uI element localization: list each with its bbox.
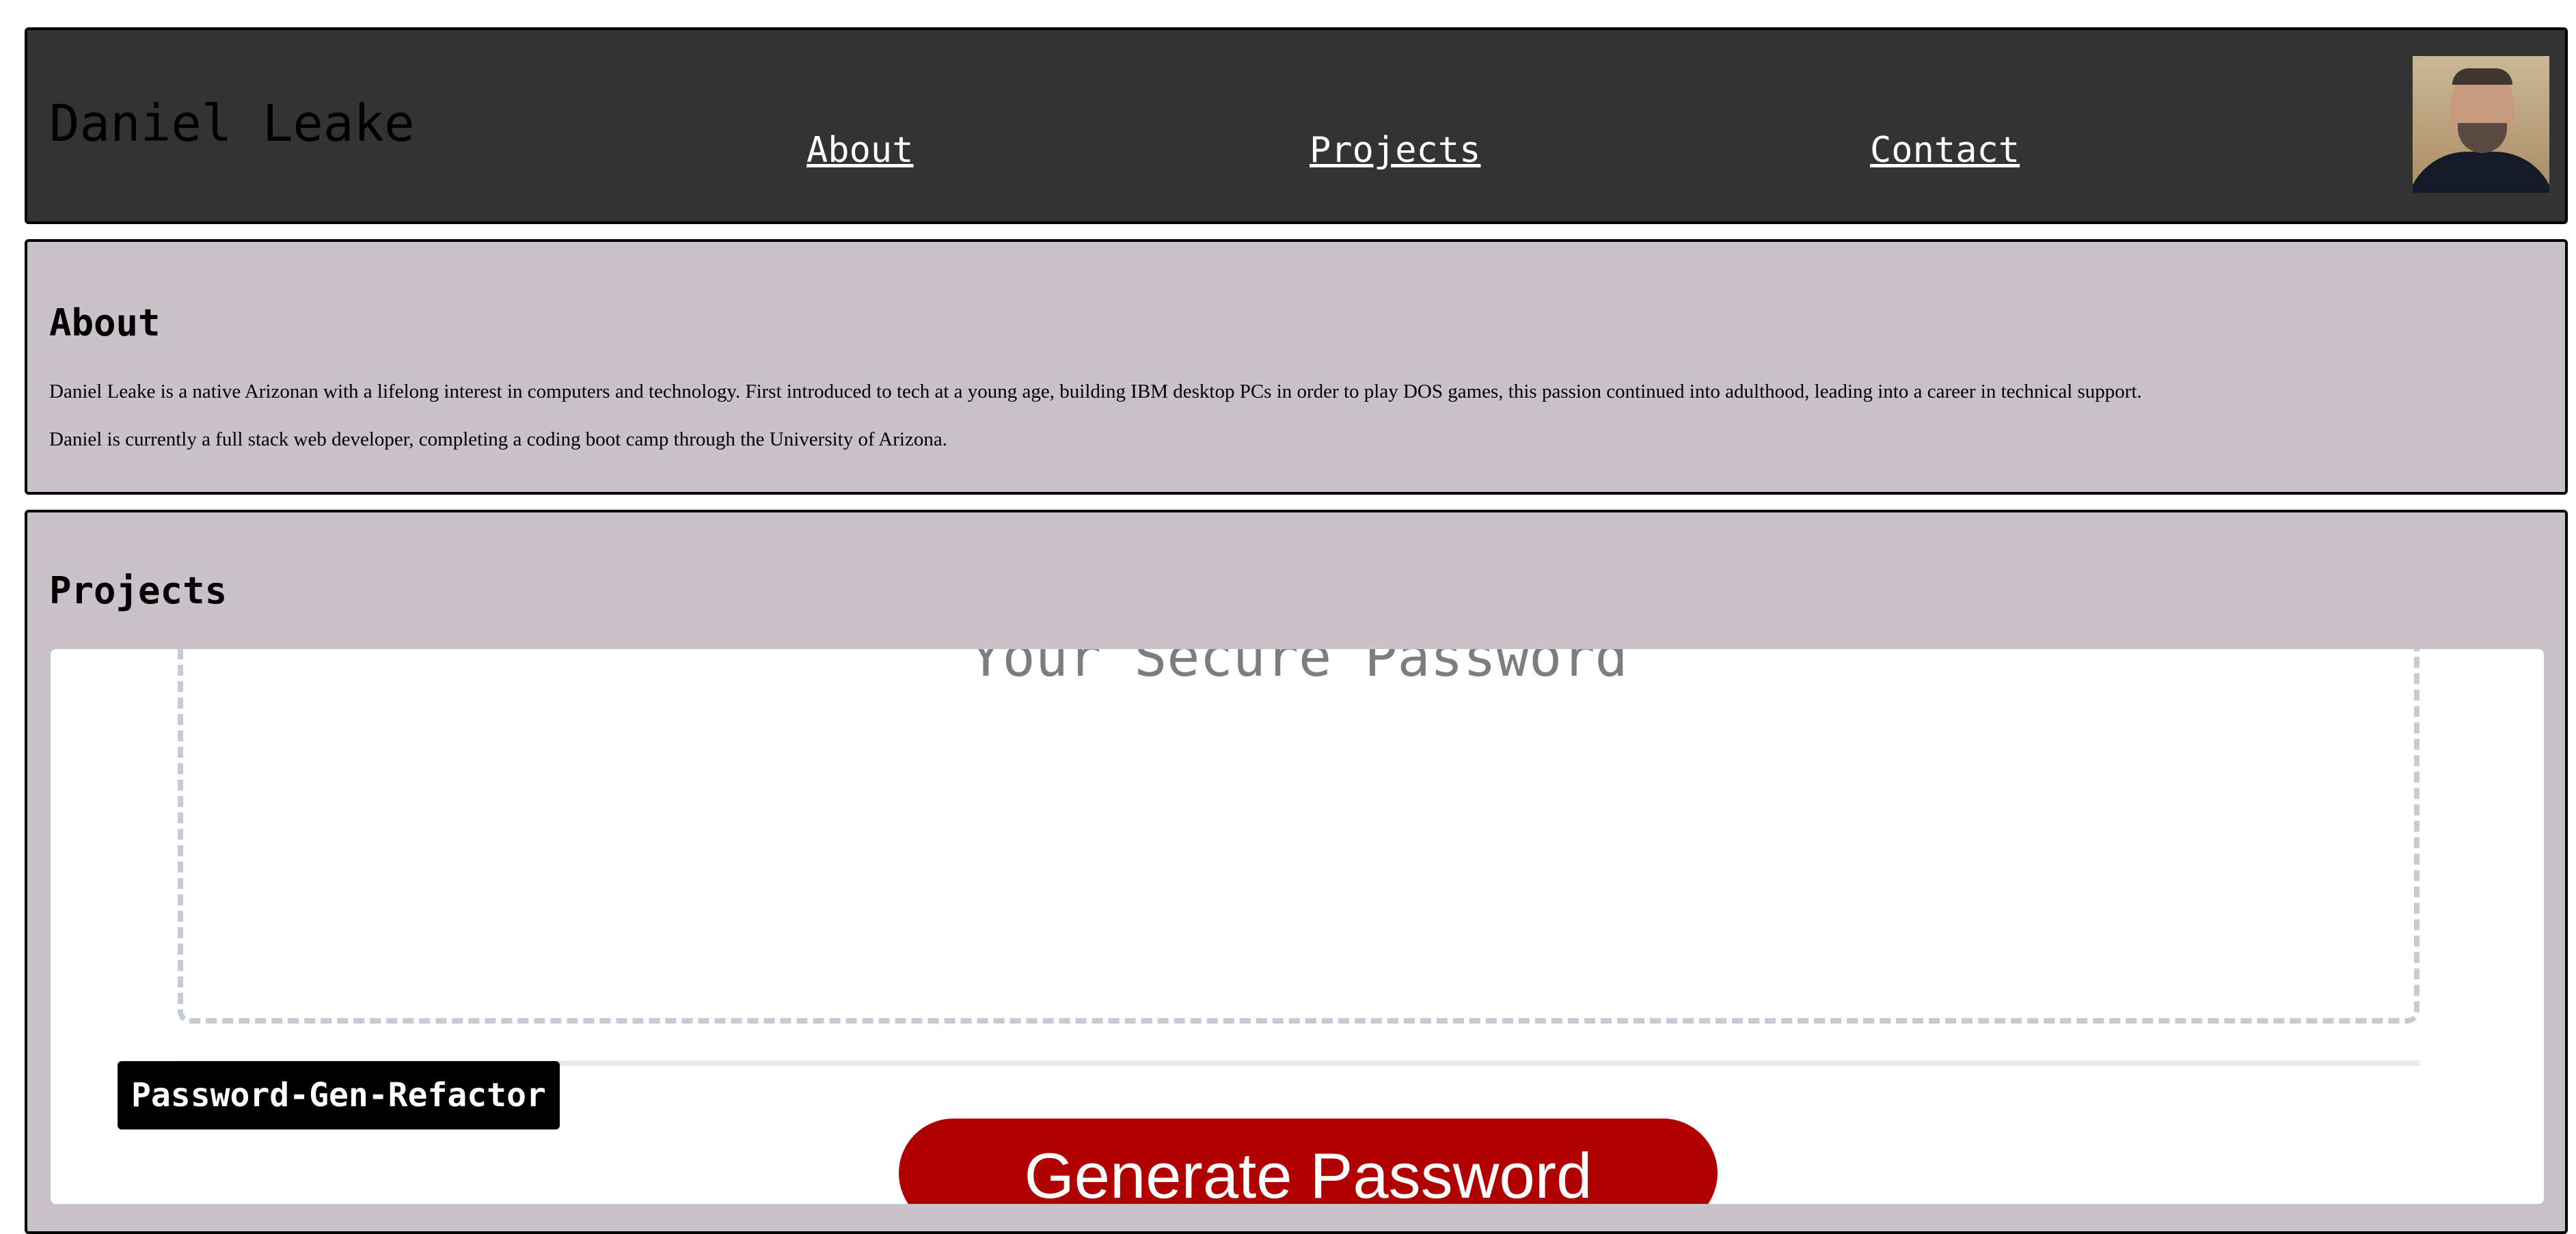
site-title: Daniel Leake bbox=[49, 94, 415, 153]
about-paragraph: Daniel Leake is a native Arizonan with a… bbox=[49, 381, 2142, 402]
about-paragraph: Daniel is currently a full stack web dev… bbox=[49, 428, 947, 450]
avatar bbox=[2413, 56, 2549, 193]
project-title-label[interactable]: Password-Gen-Refactor bbox=[118, 1061, 560, 1129]
generate-password-button[interactable]: Generate Password bbox=[899, 1119, 1718, 1204]
about-section: About Daniel Leake is a native Arizonan … bbox=[25, 239, 2568, 495]
about-heading: About bbox=[49, 301, 161, 344]
projects-heading: Projects bbox=[49, 569, 228, 612]
generate-password-label: Generate Password bbox=[1024, 1140, 1592, 1205]
nav-link-projects[interactable]: Projects bbox=[1310, 133, 1480, 168]
password-placeholder: Your Secure Password bbox=[969, 649, 1628, 689]
project-card[interactable]: Your Secure Password Generate Password P… bbox=[51, 649, 2544, 1204]
nav-link-contact[interactable]: Contact bbox=[1870, 133, 2020, 168]
nav-link-about[interactable]: About bbox=[806, 133, 914, 168]
site-header: Daniel Leake About Projects Contact bbox=[25, 27, 2568, 224]
password-preview-area: Your Secure Password bbox=[178, 649, 2419, 1024]
projects-section: Projects Your Secure Password Generate P… bbox=[25, 510, 2568, 1234]
